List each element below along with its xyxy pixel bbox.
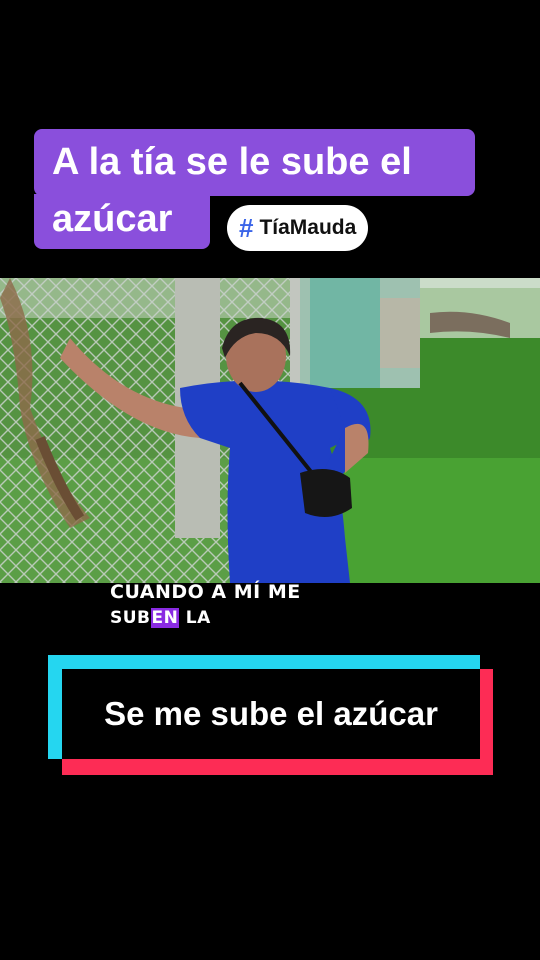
hashtag-label: TíaMauda bbox=[259, 216, 357, 239]
subtitle-caption: CUANDO A MÍ ME SUBEN LA bbox=[110, 579, 301, 631]
hashtag-icon: # bbox=[239, 212, 254, 243]
text-banner: Se me sube el azúcar bbox=[48, 655, 493, 775]
title-line-1: A la tía se le sube el bbox=[34, 129, 475, 196]
video-frame-photo bbox=[0, 278, 540, 583]
caption-line-2-start: SUB bbox=[110, 608, 151, 628]
banner-text: Se me sube el azúcar bbox=[62, 669, 480, 759]
caption-line-2: SUBEN LA bbox=[110, 605, 301, 631]
caption-line-1: CUANDO A MÍ ME bbox=[110, 581, 301, 603]
hashtag-badge[interactable]: # TíaMauda bbox=[227, 205, 369, 251]
title-line-2: azúcar bbox=[34, 194, 210, 249]
caption-highlight: EN bbox=[150, 608, 180, 628]
caption-line-2-end: LA bbox=[179, 608, 211, 628]
